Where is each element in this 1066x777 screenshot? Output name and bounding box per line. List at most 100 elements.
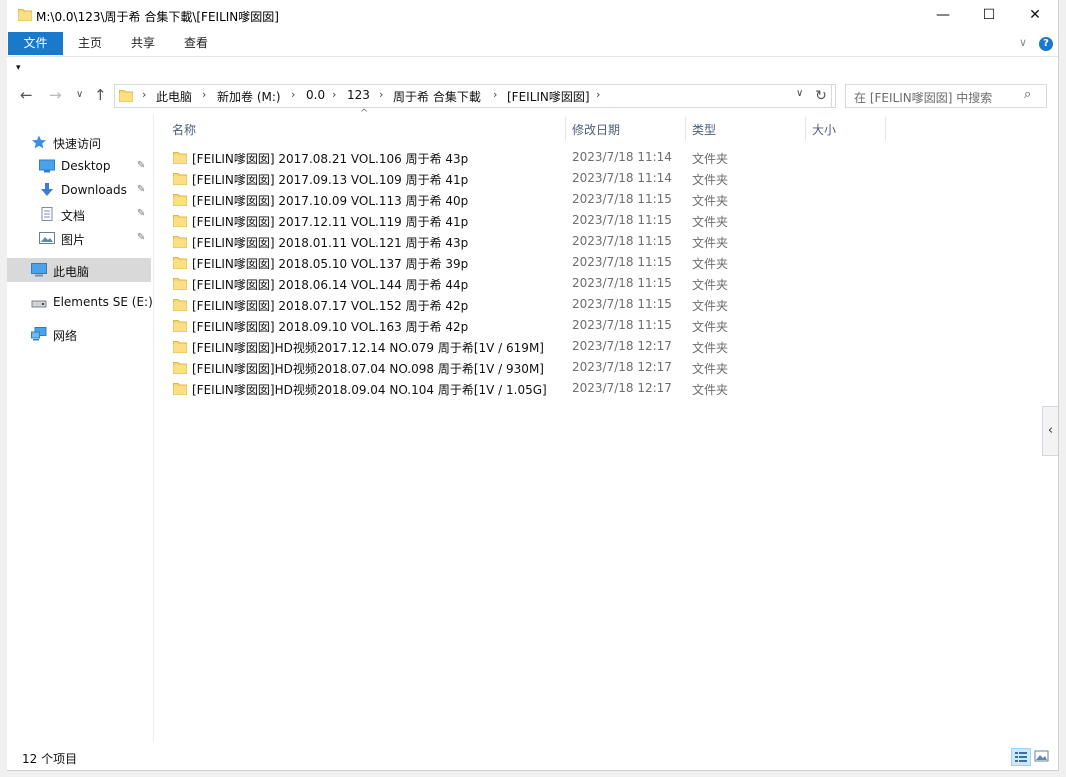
file-date: 2023/7/18 11:15	[572, 318, 672, 332]
status-bar: 12 个项目	[7, 745, 1058, 770]
star-icon	[32, 135, 46, 149]
folder-icon	[173, 214, 187, 227]
refresh-icon[interactable]: ↻	[811, 84, 832, 108]
table-row[interactable]: [FEILIN嗲囡囡]HD视频2018.07.04 NO.098 周于希[1V …	[154, 357, 1054, 378]
back-icon[interactable]: ←	[20, 86, 33, 104]
sidebar-item-quick-access[interactable]: 快速访问	[7, 130, 151, 154]
address-bar[interactable]: › 此电脑 › 新加卷 (M:) › 0.0 › 123 › 周于希 合集下載 …	[114, 84, 836, 108]
tab-view[interactable]: 查看	[173, 32, 219, 55]
table-row[interactable]: [FEILIN嗲囡囡] 2017.08.21 VOL.106 周于希 43p 20…	[154, 147, 1054, 168]
breadcrumb-separator: ›	[202, 88, 207, 101]
item-count: 12 个项目	[22, 752, 78, 766]
file-name: [FEILIN嗲囡囡] 2017.08.21 VOL.106 周于希 43p	[192, 152, 469, 166]
column-header-row: ^ 名称 修改日期 类型 大小	[154, 108, 1054, 143]
file-name: [FEILIN嗲囡囡] 2018.06.14 VOL.144 周于希 44p	[192, 278, 469, 292]
preview-pane-expand-icon[interactable]: ‹	[1042, 406, 1058, 456]
tab-share[interactable]: 共享	[120, 32, 166, 55]
column-header-type[interactable]: 类型	[692, 121, 716, 138]
breadcrumb-0-0[interactable]: 0.0	[306, 88, 325, 102]
large-icons-view-button[interactable]	[1033, 748, 1053, 766]
navigation-pane: 快速访问 Desktop ✎ Downloads ✎ 文档 ✎ 图片 ✎ 此电脑	[7, 113, 153, 743]
file-type: 文件夹	[692, 173, 729, 187]
folder-icon	[173, 319, 187, 332]
column-divider[interactable]	[805, 117, 806, 141]
column-divider[interactable]	[565, 117, 566, 141]
sidebar-item-label: Desktop	[61, 159, 111, 173]
tab-file[interactable]: 文件	[8, 32, 63, 55]
breadcrumb-current[interactable]: [FEILIN嗲囡囡]	[507, 88, 590, 105]
sidebar-item-pictures[interactable]: 图片 ✎	[7, 226, 151, 250]
pin-icon[interactable]: ✎	[137, 232, 145, 243]
file-date: 2023/7/18 11:15	[572, 297, 672, 311]
breadcrumb-volume-m[interactable]: 新加卷 (M:)	[217, 88, 281, 105]
file-date: 2023/7/18 11:15	[572, 276, 672, 290]
breadcrumb-123[interactable]: 123	[347, 88, 370, 102]
table-row[interactable]: [FEILIN嗲囡囡] 2018.07.17 VOL.152 周于希 42p 20…	[154, 294, 1054, 315]
minimize-icon: —	[936, 7, 950, 23]
folder-icon	[173, 172, 187, 185]
file-type: 文件夹	[692, 278, 729, 292]
file-name: [FEILIN嗲囡囡] 2017.10.09 VOL.113 周于希 40p	[192, 194, 469, 208]
maximize-button[interactable]: ☐	[966, 0, 1012, 30]
pin-icon[interactable]: ✎	[137, 160, 145, 171]
quick-access-toolbar-icon[interactable]: ▾	[16, 63, 21, 73]
close-button[interactable]: ✕	[1012, 0, 1058, 30]
sidebar-item-downloads[interactable]: Downloads ✎	[7, 178, 151, 202]
file-type: 文件夹	[692, 257, 729, 271]
tab-home[interactable]: 主页	[67, 32, 113, 55]
table-row[interactable]: [FEILIN嗲囡囡]HD视频2017.12.14 NO.079 周于希[1V …	[154, 336, 1054, 357]
sidebar-item-this-pc[interactable]: 此电脑	[7, 258, 151, 282]
forward-icon[interactable]: →	[49, 86, 62, 104]
sidebar-item-desktop[interactable]: Desktop ✎	[7, 154, 151, 178]
file-date: 2023/7/18 12:17	[572, 360, 672, 374]
column-divider[interactable]	[685, 117, 686, 141]
file-type: 文件夹	[692, 320, 729, 334]
table-row[interactable]: [FEILIN嗲囡囡] 2018.09.10 VOL.163 周于希 42p 20…	[154, 315, 1054, 336]
sidebar-item-documents[interactable]: 文档 ✎	[7, 202, 151, 226]
breadcrumb-separator: ›	[493, 88, 498, 101]
table-row[interactable]: [FEILIN嗲囡囡] 2018.06.14 VOL.144 周于希 44p 20…	[154, 273, 1054, 294]
recent-locations-icon[interactable]: ∨	[76, 89, 83, 100]
folder-icon	[173, 361, 187, 374]
pin-icon[interactable]: ✎	[137, 184, 145, 195]
help-icon[interactable]: ?	[1039, 37, 1053, 51]
column-header-size[interactable]: 大小	[812, 121, 836, 138]
address-dropdown-icon[interactable]: ∨	[796, 88, 803, 99]
file-name: [FEILIN嗲囡囡] 2018.07.17 VOL.152 周于希 42p	[192, 299, 469, 313]
up-icon[interactable]: ↑	[94, 86, 107, 104]
ribbon-tabs: 文件 主页 共享 查看 ∨ ?	[7, 30, 1058, 56]
column-divider[interactable]	[885, 117, 886, 141]
breadcrumb-collection[interactable]: 周于希 合集下載	[393, 88, 481, 105]
file-date: 2023/7/18 12:17	[572, 381, 672, 395]
table-row[interactable]: [FEILIN嗲囡囡] 2018.01.11 VOL.121 周于希 43p 20…	[154, 231, 1054, 252]
table-row[interactable]: [FEILIN嗲囡囡] 2017.09.13 VOL.109 周于希 41p 20…	[154, 168, 1054, 189]
search-icon[interactable]: ⌕	[1024, 87, 1031, 102]
folder-icon	[173, 256, 187, 269]
table-row[interactable]: [FEILIN嗲囡囡] 2017.12.11 VOL.119 周于希 41p 20…	[154, 210, 1054, 231]
pin-icon[interactable]: ✎	[137, 208, 145, 219]
file-date: 2023/7/18 11:14	[572, 150, 672, 164]
ribbon-expand-icon[interactable]: ∨	[1019, 36, 1027, 49]
folder-icon	[173, 151, 187, 164]
sidebar-item-elements-drive[interactable]: Elements SE (E:)	[7, 290, 153, 314]
title-bar: M:\0.0\123\周于希 合集下載\[FEILIN嗲囡囡] — ☐ ✕	[7, 0, 1058, 30]
search-box[interactable]: 在 [FEILIN嗲囡囡] 中搜索 ⌕	[845, 84, 1047, 108]
file-type: 文件夹	[692, 236, 729, 250]
table-row[interactable]: [FEILIN嗲囡囡]HD视频2018.09.04 NO.104 周于希[1V …	[154, 378, 1054, 399]
desktop-icon	[39, 159, 55, 173]
file-name: [FEILIN嗲囡囡] 2018.09.10 VOL.163 周于希 42p	[192, 320, 469, 334]
breadcrumb-this-pc[interactable]: 此电脑	[156, 88, 192, 105]
table-row[interactable]: [FEILIN嗲囡囡] 2018.05.10 VOL.137 周于希 39p 20…	[154, 252, 1054, 273]
minimize-button[interactable]: —	[920, 0, 966, 30]
sidebar-item-network[interactable]: 网络	[7, 322, 151, 346]
folder-icon	[173, 277, 187, 290]
details-view-button[interactable]	[1011, 748, 1031, 766]
column-header-date[interactable]: 修改日期	[572, 121, 620, 138]
column-header-name[interactable]: 名称	[172, 121, 196, 138]
window-title: M:\0.0\123\周于希 合集下載\[FEILIN嗲囡囡]	[36, 10, 279, 24]
sidebar-item-label: 文档	[61, 209, 86, 223]
table-row[interactable]: [FEILIN嗲囡囡] 2017.10.09 VOL.113 周于希 40p 20…	[154, 189, 1054, 210]
navigation-bar: ← → ∨ ↑ › 此电脑 › 新加卷 (M:) › 0.0 › 123 › 周…	[7, 83, 1058, 109]
picture-icon	[39, 232, 55, 244]
file-name: [FEILIN嗲囡囡] 2017.09.13 VOL.109 周于希 41p	[192, 173, 469, 187]
